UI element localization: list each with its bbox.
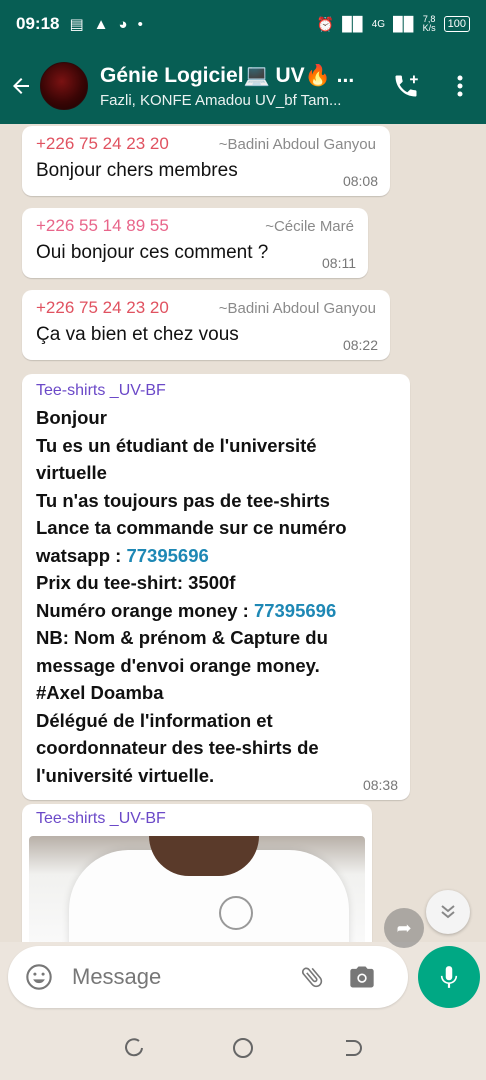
alarm-icon: ⏰ (316, 15, 335, 32)
line-prefix: Numéro orange money : (36, 599, 254, 621)
announcement-line: Numéro orange money : 77395696 (36, 597, 396, 625)
network-label: 4G (371, 18, 386, 30)
sender-alias: ~Cécile Maré (265, 218, 354, 235)
status-bar: 09:18 ▤ ▲ ◕ • ⏰ ▉▉ 4G ▉▉ 7,8 K/s 100 (0, 0, 486, 48)
add-call-icon (395, 75, 418, 97)
sender-phone[interactable]: +226 75 24 23 20 (36, 298, 169, 318)
tee-shirt-photo[interactable] (29, 836, 365, 942)
group-info[interactable]: Génie Logiciel💻 UV🔥 ... Fazli, KONFE Ama… (100, 64, 372, 109)
back-arrow-icon[interactable] (2, 74, 40, 98)
add-call-button[interactable] (382, 62, 430, 110)
group-title: Génie Logiciel💻 UV🔥 ... (100, 63, 355, 87)
announcement-line: Tu es un étudiant de l'université (36, 434, 317, 456)
announcement-line: Lance ta commande sur ce numéro (36, 517, 347, 538)
line-prefix: watsapp : (36, 544, 127, 566)
message-bubble[interactable]: +226 75 24 23 20 ~Badini Abdoul Ganyou Ç… (22, 290, 390, 360)
chat-header: Génie Logiciel💻 UV🔥 ... Fazli, KONFE Ama… (0, 48, 486, 124)
sender-alias: ~Badini Abdoul Ganyou (218, 300, 376, 317)
battery-icon: 100 (443, 16, 470, 32)
signal-icon: ▉▉ (342, 15, 364, 32)
announcement-body: Bonjour Tu es un étudiant de l'universit… (36, 404, 396, 789)
university-logo-icon (219, 896, 253, 930)
announcement-line: Délégué de l'information et (36, 709, 273, 731)
speed-unit: K/s (422, 23, 436, 33)
group-members: Fazli, KONFE Amadou UV_bf Tam... (100, 91, 342, 109)
sender-phone[interactable]: +226 75 24 23 20 (36, 134, 169, 154)
overflow-menu-icon[interactable] (436, 62, 484, 110)
message-time: 08:08 (342, 173, 378, 189)
status-right: ⏰ ▉▉ 4G ▉▉ 7,8 K/s 100 (317, 15, 470, 33)
image-message-bubble[interactable]: Tee-shirts _UV-BF (22, 804, 372, 942)
recents-icon[interactable] (114, 1028, 154, 1068)
back-nav-icon[interactable] (332, 1028, 372, 1068)
network-speed: 7,8 K/s (423, 15, 436, 33)
microphone-button[interactable] (418, 946, 480, 1008)
message-bubble[interactable]: +226 55 14 89 55 ~Cécile Maré Oui bonjou… (22, 208, 368, 278)
announcement-line: Tu n'as toujours pas de tee-shirts (36, 489, 330, 511)
message-time: 08:11 (322, 255, 356, 271)
attach-icon[interactable] (294, 959, 330, 995)
sender-alias: ~Badini Abdoul Ganyou (218, 136, 376, 153)
system-nav-bar (0, 1016, 486, 1080)
home-icon[interactable] (223, 1028, 263, 1068)
announcement-line: NB: Nom & prénom & Capture du (36, 627, 328, 648)
sender-row: +226 75 24 23 20 ~Badini Abdoul Ganyou (36, 134, 376, 154)
announcement-sender[interactable]: Tee-shirts _UV-BF (36, 382, 396, 400)
dot-icon: • (137, 15, 143, 33)
announcement-line: Bonjour (36, 407, 107, 428)
sender-row: +226 55 14 89 55 ~Cécile Maré (36, 216, 354, 236)
composer (8, 946, 408, 1008)
message-bubble[interactable]: +226 75 24 23 20 ~Badini Abdoul Ganyou B… (22, 126, 390, 196)
message-time: 08:22 (342, 337, 378, 353)
chat-area[interactable]: +226 75 24 23 20 ~Badini Abdoul Ganyou B… (0, 124, 486, 942)
image-sender[interactable]: Tee-shirts _UV-BF (29, 810, 365, 828)
camera-icon[interactable] (344, 959, 380, 995)
flask-icon: ▲ (93, 15, 109, 33)
announcement-line: message d'envoi orange money. (36, 654, 320, 676)
message-icon: ▤ (69, 16, 84, 33)
microphone-icon (440, 966, 458, 988)
scroll-down-icon[interactable] (426, 890, 470, 934)
message-text: Oui bonjour ces comment ? (36, 242, 269, 263)
announcement-line: coordonnateur des tee-shirts de (36, 737, 319, 758)
message-input[interactable] (72, 964, 282, 990)
phone-link[interactable]: 77395696 (254, 600, 336, 621)
message-text: Ça va bien et chez vous (36, 324, 239, 345)
status-left: 09:18 ▤ ▲ ◕ • (16, 14, 143, 34)
phone-link[interactable]: 77395696 (126, 545, 208, 566)
announcement-line: Prix du tee-shirt: 3500f (36, 572, 236, 593)
forward-icon[interactable]: ➦ (384, 908, 424, 948)
message-time: 08:38 (362, 777, 398, 793)
announcement-line: watsapp : 77395696 (36, 542, 396, 570)
sender-phone[interactable]: +226 55 14 89 55 (36, 216, 169, 236)
announcement-line: virtuelle (36, 462, 107, 483)
shazam-icon: ◕ (118, 15, 128, 33)
message-text: Bonjour chers membres (36, 160, 238, 181)
announcement-line: l'université virtuelle. (36, 764, 215, 786)
announcement-bubble[interactable]: Tee-shirts _UV-BF Bonjour Tu es un étudi… (22, 374, 410, 800)
group-avatar[interactable] (40, 62, 88, 110)
signal-icon-2: ▉▉ (393, 15, 415, 32)
sender-row: +226 75 24 23 20 ~Badini Abdoul Ganyou (36, 298, 376, 318)
announcement-line: #Axel Doamba (36, 682, 164, 703)
emoji-icon[interactable] (22, 960, 56, 994)
status-time: 09:18 (16, 14, 60, 33)
